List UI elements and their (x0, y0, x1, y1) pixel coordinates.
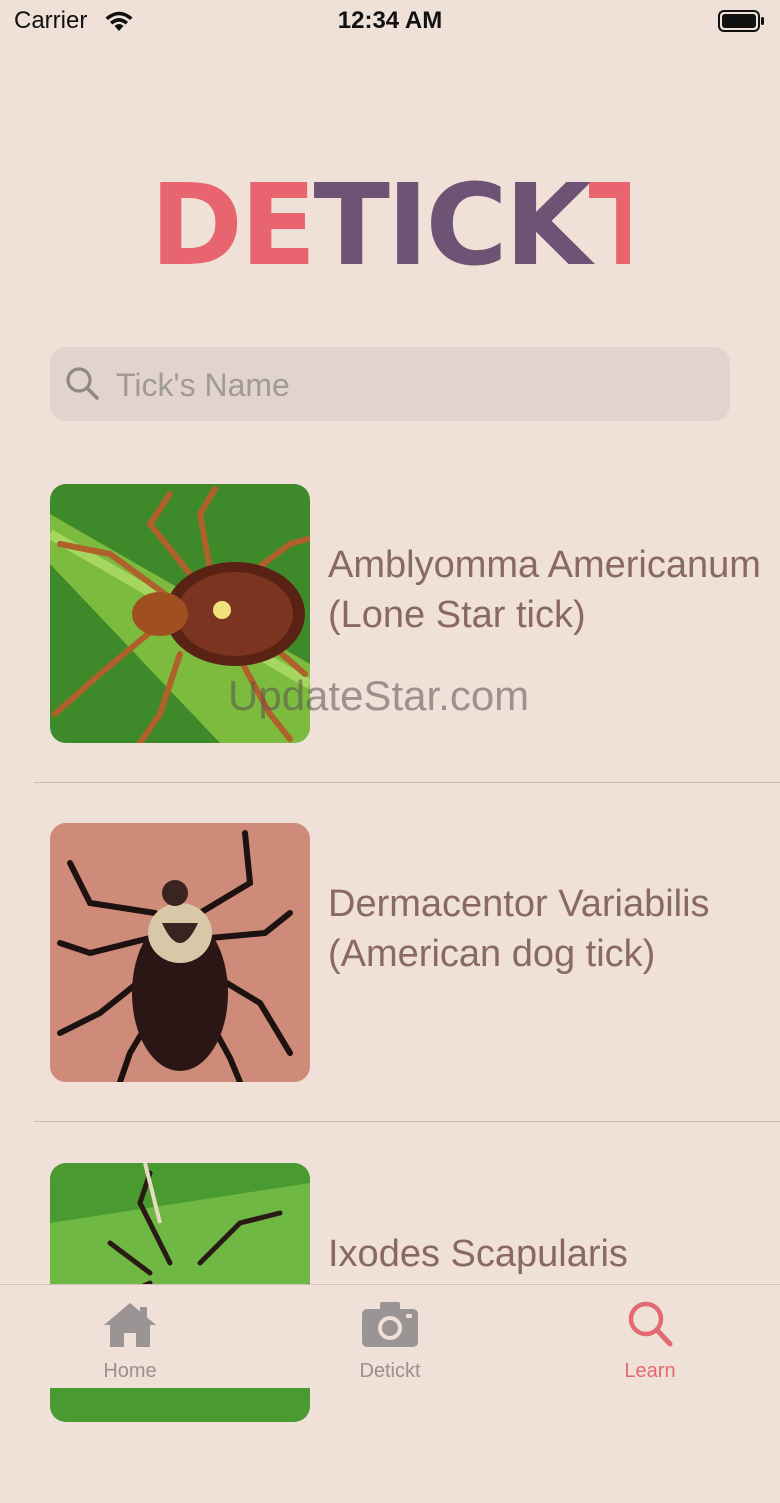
search-bar[interactable] (50, 347, 730, 423)
tick-name: Ixodes Scapularis (328, 1233, 628, 1275)
status-time: 12:34 AM (337, 7, 443, 34)
tab-detickt-label: Detickt (359, 1360, 421, 1382)
tick-name: Dermacentor Variabilis (American dog tic… (328, 883, 710, 975)
tab-learn[interactable]: Learn (520, 1285, 780, 1388)
tab-home-label: Home (103, 1360, 157, 1382)
tab-bar: Home Detickt Learn (0, 1284, 780, 1388)
divider (34, 782, 780, 783)
list-item[interactable]: Amblyomma Americanum (Lone Star tick) (0, 484, 780, 824)
american-dog-tick-photo (50, 823, 310, 1082)
logo-part-t: T (589, 168, 630, 278)
search-input[interactable] (114, 347, 718, 423)
lone-star-tick-photo (50, 484, 310, 743)
battery-icon (718, 10, 764, 32)
tab-learn-label: Learn (624, 1360, 676, 1382)
search-icon (66, 367, 99, 400)
list-item[interactable]: Dermacentor Variabilis (American dog tic… (0, 823, 780, 1163)
app-logo: DETICKT (150, 168, 630, 278)
camera-icon (362, 1302, 418, 1347)
status-bar: Carrier 12:34 AM (0, 0, 780, 44)
tab-detickt[interactable]: Detickt (260, 1285, 520, 1388)
svg-text:DETICKT: DETICKT (150, 168, 630, 278)
house-icon (104, 1303, 156, 1347)
tick-name: Amblyomma Americanum (Lone Star tick) (328, 544, 761, 636)
search-icon (628, 1301, 673, 1347)
logo-part-tick: TICK (313, 168, 595, 278)
logo-part-de: DE (150, 168, 313, 278)
tab-home[interactable]: Home (0, 1285, 260, 1388)
divider (34, 1121, 780, 1122)
